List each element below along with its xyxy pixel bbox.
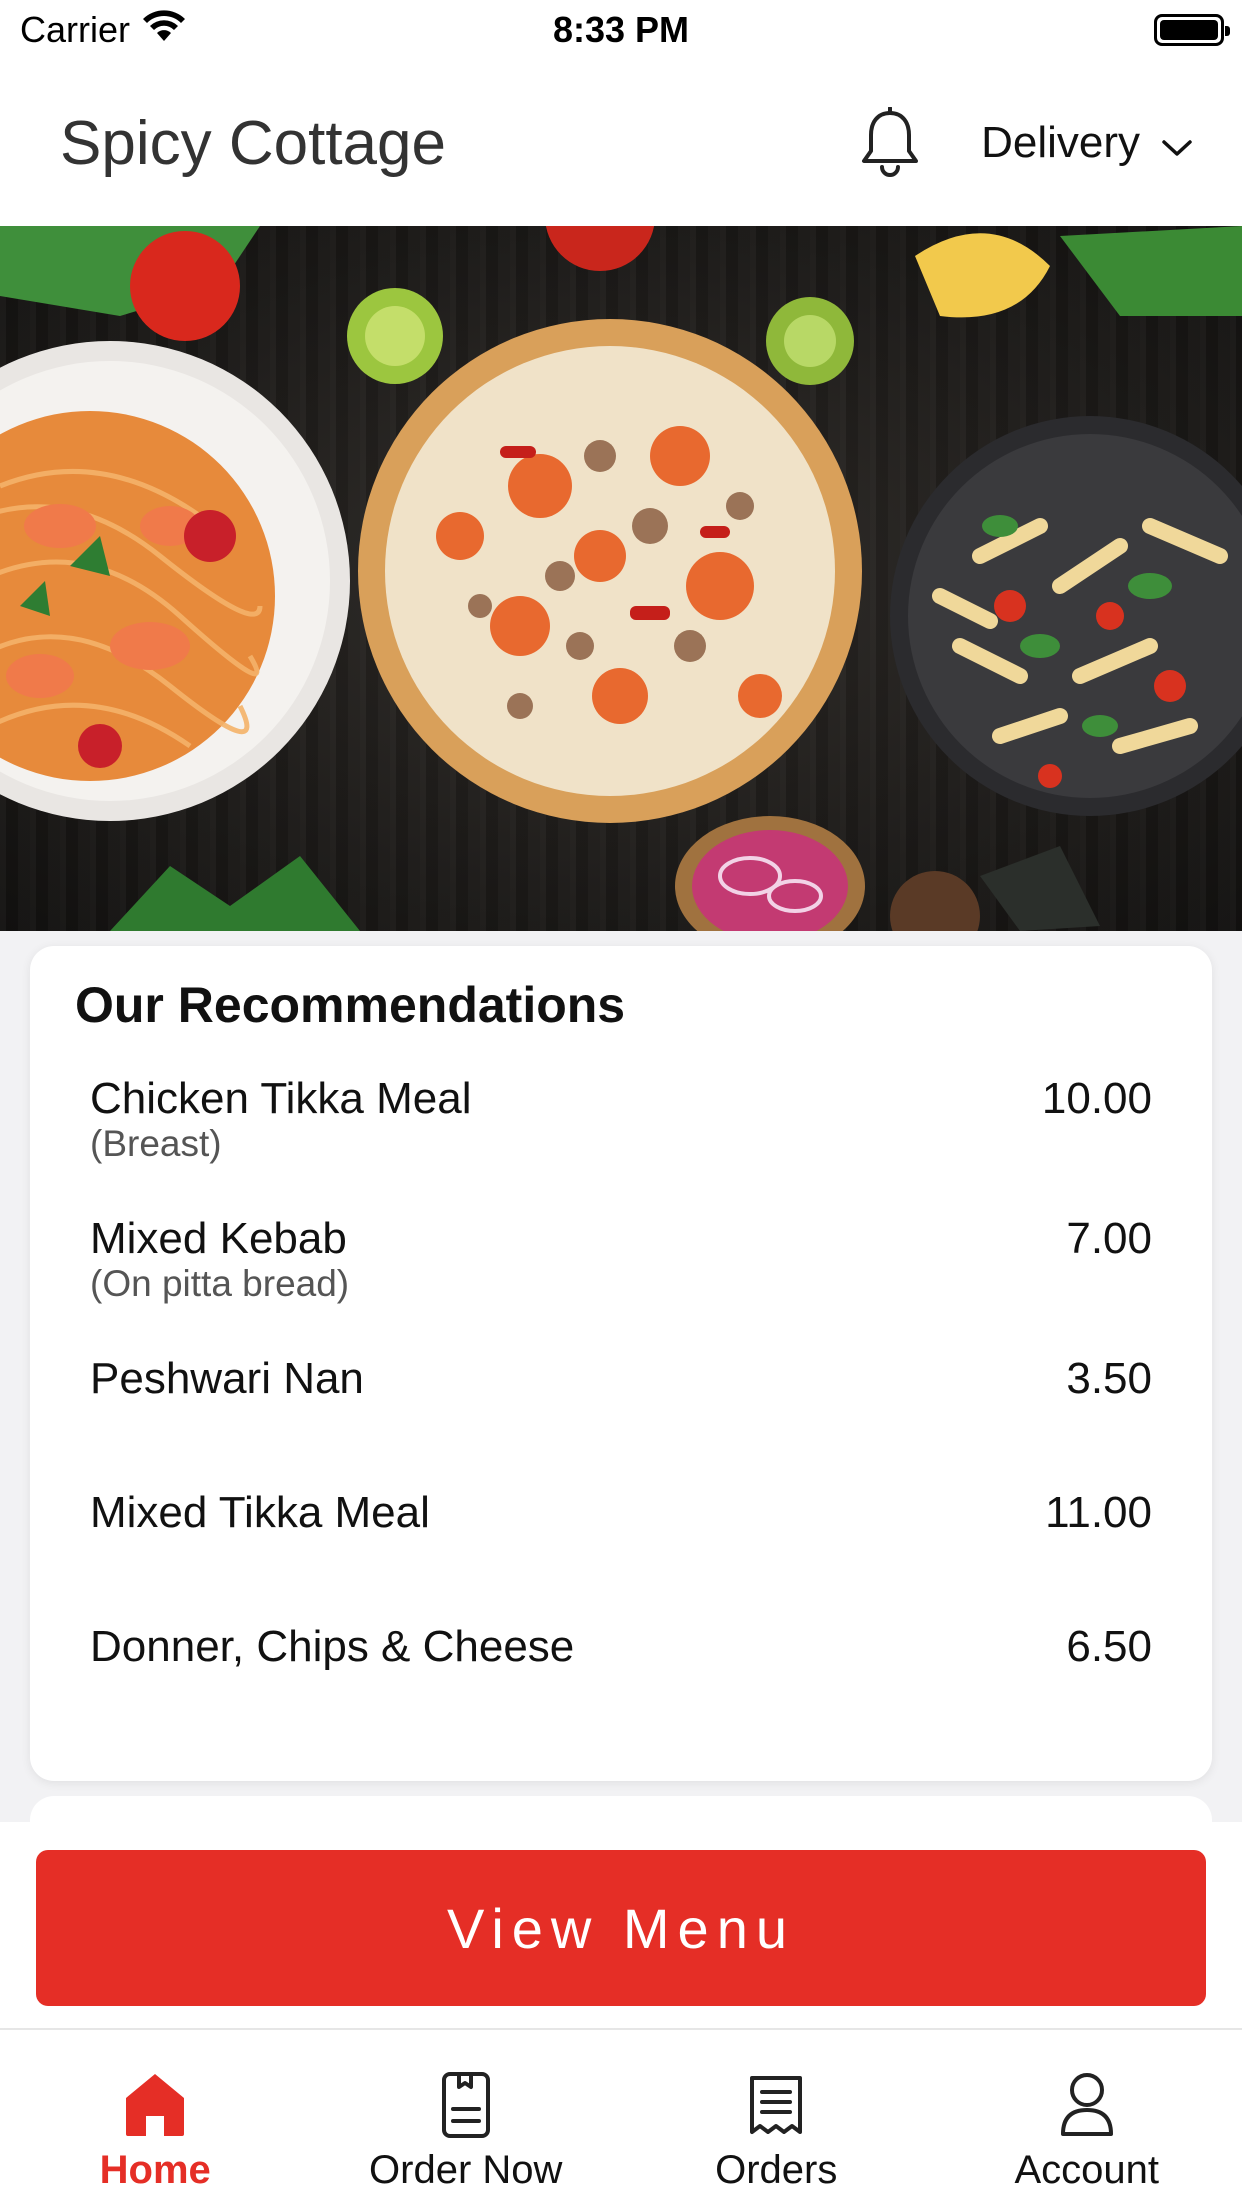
item-price: 7.00 bbox=[1066, 1214, 1152, 1263]
status-bar: Carrier 8:33 PM bbox=[0, 0, 1242, 60]
item-name: Chicken Tikka Meal bbox=[90, 1074, 472, 1123]
item-subtitle: (On pitta bread) bbox=[90, 1263, 350, 1304]
recommendations-list: Chicken Tikka Meal (Breast) 10.00 Mixed … bbox=[90, 1074, 1152, 1722]
battery-icon bbox=[1154, 14, 1230, 46]
item-name: Mixed Kebab bbox=[90, 1214, 347, 1263]
user-icon bbox=[1054, 2070, 1120, 2140]
action-area: View Menu bbox=[0, 1822, 1242, 2028]
status-left: Carrier bbox=[20, 9, 186, 52]
list-item[interactable]: Mixed Kebab (On pitta bread) 7.00 bbox=[90, 1214, 1152, 1354]
delivery-dropdown[interactable]: Delivery bbox=[981, 118, 1192, 168]
order-icon bbox=[433, 2070, 499, 2140]
item-price: 3.50 bbox=[1066, 1354, 1152, 1403]
wifi-icon bbox=[142, 9, 186, 52]
app-header: Spicy Cottage Delivery bbox=[0, 60, 1242, 226]
list-item[interactable]: Donner, Chips & Cheese 6.50 bbox=[90, 1622, 1152, 1722]
list-item[interactable]: Peshwari Nan 3.50 bbox=[90, 1354, 1152, 1488]
list-item[interactable]: Mixed Tikka Meal 11.00 bbox=[90, 1488, 1152, 1622]
tab-label: Order Now bbox=[369, 2148, 563, 2192]
tab-home[interactable]: Home bbox=[0, 2030, 311, 2208]
tab-account[interactable]: Account bbox=[932, 2030, 1242, 2208]
recommendations-card: Our Recommendations Chicken Tikka Meal (… bbox=[30, 946, 1212, 1781]
item-name: Peshwari Nan bbox=[90, 1354, 364, 1403]
item-name: Donner, Chips & Cheese bbox=[90, 1622, 575, 1671]
item-name: Mixed Tikka Meal bbox=[90, 1488, 430, 1537]
bell-icon[interactable] bbox=[855, 103, 925, 183]
list-item[interactable]: Chicken Tikka Meal (Breast) 10.00 bbox=[90, 1074, 1152, 1214]
delivery-label: Delivery bbox=[981, 118, 1140, 167]
carrier-label: Carrier bbox=[20, 9, 131, 50]
item-subtitle: (Breast) bbox=[90, 1123, 222, 1164]
tab-order-now[interactable]: Order Now bbox=[311, 2030, 622, 2208]
chevron-down-icon bbox=[1162, 118, 1192, 168]
item-price: 10.00 bbox=[1041, 1074, 1152, 1123]
status-time: 8:33 PM bbox=[552, 9, 690, 50]
tab-label: Account bbox=[1014, 2148, 1160, 2192]
item-price: 6.50 bbox=[1066, 1622, 1152, 1671]
receipt-icon bbox=[743, 2070, 809, 2140]
tab-bar: Home Order Now Orders Account bbox=[0, 2028, 1242, 2208]
tab-orders[interactable]: Orders bbox=[621, 2030, 932, 2208]
home-icon bbox=[122, 2070, 188, 2140]
tab-label: Home bbox=[99, 2148, 211, 2192]
item-price: 11.00 bbox=[1045, 1488, 1152, 1537]
recommendations-title: Our Recommendations bbox=[75, 977, 626, 1033]
app-title: Spicy Cottage bbox=[60, 108, 446, 178]
view-menu-button[interactable]: View Menu bbox=[36, 1850, 1206, 2006]
hero-food-image bbox=[0, 226, 1242, 931]
tab-label: Orders bbox=[715, 2148, 838, 2192]
